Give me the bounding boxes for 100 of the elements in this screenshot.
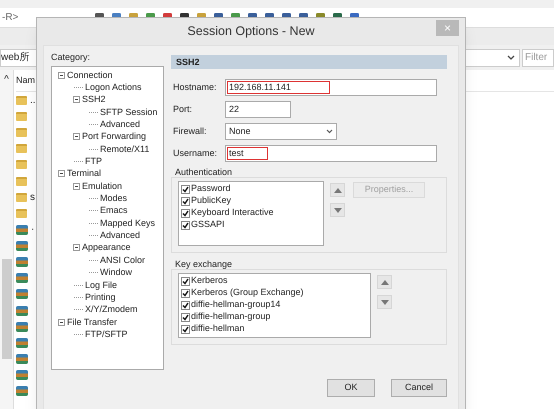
checkbox-label: diffie-hellman-group14	[191, 298, 280, 312]
move-up-button[interactable]	[377, 275, 392, 289]
folder-icon	[16, 160, 27, 170]
tree-item[interactable]: SSH2	[82, 94, 106, 106]
field-label: Hostname:	[173, 80, 218, 94]
tree-item[interactable]: Remote/X11	[100, 144, 150, 155]
tree-item[interactable]: Terminal	[67, 168, 102, 180]
collapse-icon[interactable]	[73, 244, 80, 252]
field-label: Firewall:	[173, 124, 208, 138]
path-text: web所	[1, 50, 30, 65]
folder-icon	[16, 192, 27, 202]
firewall-dropdown[interactable]: None	[225, 123, 337, 140]
tree-item[interactable]: Connection	[67, 70, 113, 81]
checkbox[interactable]	[181, 276, 190, 286]
collapse-icon[interactable]	[58, 170, 65, 178]
tree-item[interactable]: Logon Actions	[85, 82, 142, 94]
collapse-icon[interactable]	[73, 133, 80, 140]
checkbox-label: GSSAPI	[191, 218, 225, 232]
checkbox[interactable]	[181, 300, 190, 310]
cancel-button[interactable]: Cancel	[391, 379, 447, 397]
group-title: Authentication	[174, 167, 234, 177]
dialog-title: Session Options - New	[187, 23, 315, 40]
checkbox-label: PublicKey	[191, 194, 232, 208]
folder-icon	[16, 112, 27, 121]
archive-icon	[16, 338, 28, 348]
archive-icon	[16, 306, 28, 316]
folder-icon	[16, 208, 27, 218]
tree-item[interactable]: FTP	[85, 156, 102, 168]
checkbox-list[interactable]: Kerberos Kerberos (Group Exchange) diffie-hellman-group14 diffie-hellman-group diffie-hellman	[178, 273, 371, 338]
collapse-icon[interactable]	[73, 96, 80, 104]
collapse-icon[interactable]	[58, 318, 65, 326]
checkbox[interactable]	[181, 196, 190, 206]
tree-item[interactable]: FTP/SFTP	[85, 328, 128, 340]
checkbox[interactable]	[181, 220, 190, 230]
checkbox[interactable]	[181, 208, 190, 218]
folder-icon	[16, 128, 27, 137]
category-tree[interactable]	[51, 66, 164, 370]
file-name[interactable]: ..	[30, 92, 36, 108]
tree-item[interactable]: Emulation	[82, 180, 122, 192]
input-field[interactable]: 22	[225, 101, 291, 118]
collapse-icon[interactable]	[73, 182, 80, 190]
tree-item[interactable]: Port Forwarding	[82, 131, 146, 142]
archive-icon	[16, 322, 28, 332]
move-up-button[interactable]	[330, 183, 345, 197]
toolbar-text: -R>	[2, 11, 18, 25]
file-name[interactable]: ·	[31, 222, 34, 238]
checkbox-label: Kerberos	[191, 274, 228, 288]
checkbox[interactable]	[181, 312, 190, 322]
input-field[interactable]: 192.168.11.141	[225, 79, 437, 96]
checkbox-label: Keyboard Interactive	[191, 206, 274, 220]
tree-item[interactable]: Modes	[100, 193, 128, 204]
triangle-down-icon	[332, 206, 342, 214]
archive-icon	[16, 289, 28, 300]
checkbox-label: Kerberos (Group Exchange)	[191, 286, 304, 300]
checkbox-label: Password	[191, 182, 231, 196]
checkbox[interactable]	[181, 324, 190, 334]
tree-item[interactable]: Advanced	[100, 230, 140, 242]
file-name[interactable]: s	[30, 190, 35, 205]
triangle-down-icon	[380, 298, 390, 306]
archive-icon	[16, 224, 28, 235]
checkbox[interactable]	[181, 184, 190, 194]
group-title: Key exchange	[174, 259, 234, 269]
category-label: Category:	[51, 51, 92, 63]
triangle-up-icon	[332, 186, 342, 194]
filter-field[interactable]: Filter	[522, 48, 554, 66]
tree-item[interactable]: ANSI Color	[100, 254, 146, 266]
tree-item[interactable]: Appearance	[82, 242, 131, 254]
tree-item[interactable]: Mapped Keys	[100, 218, 156, 229]
collapse-icon[interactable]	[58, 72, 65, 79]
checkbox-list[interactable]: Password PublicKey Keyboard Interactive GSSAPI	[178, 181, 324, 246]
field-label: Username:	[173, 146, 218, 160]
ok-button[interactable]: OK	[327, 379, 375, 397]
tree-item[interactable]: Emacs	[100, 205, 128, 216]
scroll-up-arrow[interactable]: ^	[4, 72, 9, 87]
folder-icon	[16, 96, 27, 105]
checkbox-label: diffie-hellman	[191, 322, 244, 336]
archive-icon	[16, 256, 28, 267]
chevron-down-icon	[507, 54, 515, 60]
move-down-button[interactable]	[377, 295, 392, 309]
checkbox-label: diffie-hellman-group	[191, 310, 270, 324]
folder-icon	[16, 176, 27, 186]
tree-item[interactable]: SFTP Session	[100, 106, 158, 118]
tree-item[interactable]: X/Y/Zmodem	[85, 304, 138, 316]
triangle-up-icon	[380, 278, 390, 286]
archive-icon	[16, 273, 28, 284]
highlight-outline	[227, 147, 268, 160]
section-header: SSH2	[171, 55, 447, 69]
tree-item[interactable]: Advanced	[100, 119, 140, 130]
tree-item[interactable]: File Transfer	[67, 316, 118, 328]
tree-item[interactable]: Log File	[85, 280, 118, 291]
checkbox[interactable]	[181, 288, 190, 298]
archive-icon	[16, 240, 28, 251]
scrollbar-thumb[interactable]	[2, 259, 12, 359]
column-header[interactable]: Nam	[16, 74, 36, 88]
tree-item[interactable]: Printing	[85, 292, 116, 303]
field-label: Port:	[173, 102, 194, 116]
input-field[interactable]: test	[225, 145, 437, 162]
tree-item[interactable]: Window	[100, 267, 132, 278]
move-down-button[interactable]	[330, 203, 345, 217]
archive-icon	[16, 370, 28, 380]
